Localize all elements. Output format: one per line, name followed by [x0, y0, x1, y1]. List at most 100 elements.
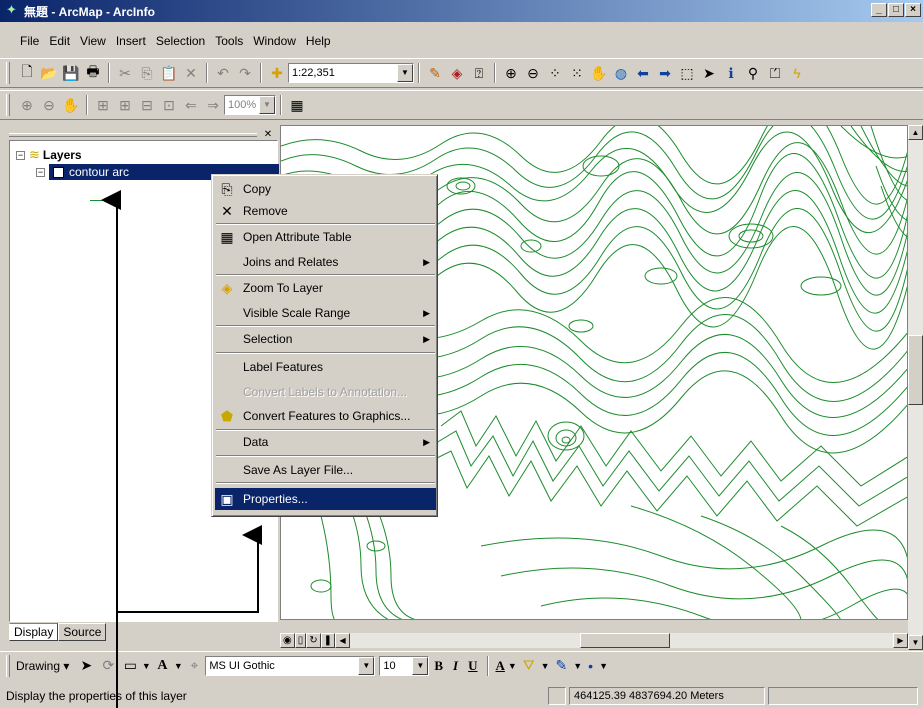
pan-hand-icon[interactable]: ✋	[588, 62, 610, 84]
cut-icon[interactable]: ✂	[114, 62, 136, 84]
menu-item-open-attribute-table[interactable]: ▦ Open Attribute Table	[215, 226, 436, 248]
layer-visibility-checkbox[interactable]: ✓	[53, 166, 64, 178]
paste-icon[interactable]: 📋	[158, 62, 180, 84]
bold-button[interactable]: B	[434, 658, 443, 674]
map-scale-combo[interactable]: 1:22,351 ▼	[288, 63, 414, 83]
copy-toolbar-icon[interactable]: ⎘	[136, 62, 158, 84]
title-bar[interactable]: ✦ 無題 - ArcMap - ArcInfo _ □ ×	[0, 0, 923, 22]
scroll-right-icon[interactable]: ▶	[893, 633, 908, 648]
previous-extent-icon[interactable]: ⬅	[632, 62, 654, 84]
menu-item-data[interactable]: Data ▶	[215, 431, 436, 453]
scroll-down-icon[interactable]: ▼	[908, 635, 923, 650]
menu-edit[interactable]: Edit	[49, 34, 70, 48]
rotate-icon[interactable]: ⟳	[97, 655, 119, 677]
font-size-combo[interactable]: 10 ▼	[379, 655, 430, 676]
zoom-in-icon[interactable]: ⊕	[500, 62, 522, 84]
menu-item-save-as-layer-file[interactable]: Save As Layer File...	[215, 459, 436, 481]
chevron-down-icon[interactable]: ▼	[541, 661, 550, 671]
font-name-combo[interactable]: MS UI Gothic ▼	[205, 655, 376, 676]
find-binoculars-icon[interactable]: ⚲	[742, 62, 764, 84]
chevron-down-icon[interactable]: ▼	[397, 64, 413, 82]
underline-button[interactable]: U	[468, 658, 477, 674]
editor-toolbar-icon[interactable]: ✎	[424, 62, 446, 84]
delete-icon[interactable]: ✕	[180, 62, 202, 84]
tab-display[interactable]: Display	[9, 623, 59, 641]
tab-source[interactable]: Source	[58, 623, 107, 641]
menu-item-joins-and-relates[interactable]: Joins and Relates ▶	[215, 251, 436, 273]
layout-pan-icon[interactable]: ✋	[60, 94, 82, 116]
menu-tools[interactable]: Tools	[215, 34, 243, 48]
toolbar-grip[interactable]	[6, 94, 10, 116]
close-icon[interactable]: ✕	[262, 130, 274, 140]
pause-drawing-icon[interactable]: ❚	[320, 633, 336, 648]
chevron-down-icon[interactable]: ▼	[412, 656, 429, 675]
save-icon[interactable]: 💾	[60, 62, 82, 84]
toolbar-grip[interactable]	[6, 62, 10, 84]
scroll-up-icon[interactable]: ▲	[908, 125, 923, 140]
fixed-zoom-out-page-icon[interactable]: ⊟	[136, 94, 158, 116]
edit-vertices-icon[interactable]: ⌖	[183, 655, 205, 677]
open-folder-icon[interactable]: 📂	[38, 62, 60, 84]
menu-file[interactable]: File	[20, 34, 39, 48]
menu-item-properties[interactable]: ▣ Properties...	[215, 488, 436, 510]
zoom-out-icon[interactable]: ⊖	[522, 62, 544, 84]
chevron-down-icon[interactable]: ▼	[173, 655, 183, 677]
arcmap-app-icon[interactable]: ✦	[6, 3, 20, 17]
menu-item-remove[interactable]: ✕ Remove	[215, 200, 436, 222]
hyperlink-icon[interactable]: ϟ	[786, 62, 808, 84]
undo-icon[interactable]: ↶	[212, 62, 234, 84]
chevron-down-icon[interactable]: ▼	[141, 655, 151, 677]
select-elements-icon[interactable]: ➤	[698, 62, 720, 84]
next-extent-icon[interactable]: ➡	[654, 62, 676, 84]
refresh-view-icon[interactable]: ↻	[306, 633, 321, 648]
full-extent-globe-icon[interactable]: ◍	[610, 62, 632, 84]
menu-insert[interactable]: Insert	[116, 34, 146, 48]
layout-zoom-in-icon[interactable]: ⊕	[16, 94, 38, 116]
arctoolbox-icon[interactable]: ◈	[446, 62, 468, 84]
layout-zoom-out-icon[interactable]: ⊖	[38, 94, 60, 116]
toggle-draft-mode-icon[interactable]: ▦	[286, 94, 308, 116]
fill-color-icon[interactable]: ⛛	[523, 657, 535, 674]
horizontal-scroll-thumb[interactable]	[580, 633, 670, 648]
layout-view-icon[interactable]: ▯	[294, 633, 307, 648]
toolbar-grip[interactable]	[6, 654, 10, 677]
collapse-icon[interactable]: −	[36, 167, 45, 177]
new-text-icon[interactable]: A	[151, 655, 173, 677]
zoom-100-icon[interactable]: ⊡	[158, 94, 180, 116]
menu-help[interactable]: Help	[306, 34, 331, 48]
tree-row-layers[interactable]: − ≋ Layers	[16, 147, 82, 163]
select-features-icon[interactable]: ⬚	[676, 62, 698, 84]
menu-selection[interactable]: Selection	[156, 34, 205, 48]
redo-icon[interactable]: ↷	[234, 62, 256, 84]
toc-grip[interactable]	[9, 133, 257, 137]
maximize-button[interactable]: □	[888, 3, 904, 17]
chevron-down-icon[interactable]: ▼	[599, 661, 608, 671]
scroll-left-icon[interactable]: ◀	[335, 633, 351, 648]
chevron-down-icon[interactable]: ▼	[508, 661, 517, 671]
close-button[interactable]: ×	[905, 3, 921, 17]
menu-item-convert-features-to-graphics[interactable]: ⬟ Convert Features to Graphics...	[215, 405, 436, 427]
collapse-icon[interactable]: −	[16, 150, 25, 160]
font-color-button[interactable]: A	[496, 658, 505, 674]
layout-zoom-combo[interactable]: 100% ▼	[224, 95, 276, 115]
print-icon[interactable]: 🖶	[82, 62, 104, 84]
new-rectangle-icon[interactable]: ▭	[119, 655, 141, 677]
marker-color-icon[interactable]: •	[588, 658, 593, 674]
map-horizontal-scrollbar[interactable]: ◉ ▯ ↻ ❚ ◀ ▶	[280, 633, 908, 648]
menu-item-zoom-to-layer[interactable]: ◈ Zoom To Layer	[215, 277, 436, 299]
measure-icon[interactable]: ⏍	[764, 62, 786, 84]
minimize-button[interactable]: _	[871, 3, 887, 17]
menu-item-selection[interactable]: Selection ▶	[215, 328, 436, 350]
chevron-down-icon[interactable]: ▼	[358, 656, 375, 675]
line-color-icon[interactable]: ✎	[556, 657, 568, 674]
new-document-icon[interactable]: 🗋	[16, 62, 38, 84]
fixed-zoom-in-icon[interactable]: ⁘	[544, 62, 566, 84]
vertical-scroll-thumb[interactable]	[908, 335, 923, 405]
menu-window[interactable]: Window	[253, 34, 296, 48]
go-back-extent-icon[interactable]: ⇐	[180, 94, 202, 116]
toc-header[interactable]: ✕	[7, 130, 278, 140]
identify-icon[interactable]: ℹ	[720, 62, 742, 84]
add-data-icon[interactable]: ✚	[266, 62, 288, 84]
menu-item-copy[interactable]: ⎘ Copy	[215, 178, 436, 200]
fixed-zoom-in-page-icon[interactable]: ⊞	[114, 94, 136, 116]
